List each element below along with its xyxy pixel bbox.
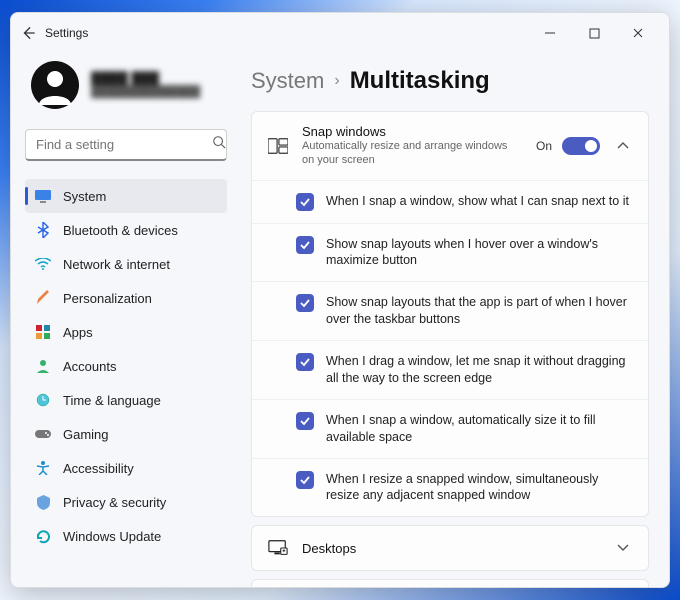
snap-option-row[interactable]: Show snap layouts that the app is part o… <box>252 281 648 340</box>
sidebar-item-label: Gaming <box>63 427 109 442</box>
titlebar: Settings <box>11 13 669 53</box>
user-profile[interactable]: ████ ███ ██████████████ <box>25 53 227 129</box>
snap-option-label: Show snap layouts when I hover over a wi… <box>326 236 632 270</box>
sidebar-item-label: Time & language <box>63 393 161 408</box>
accessibility-icon <box>35 460 51 476</box>
back-button[interactable] <box>21 26 35 40</box>
sidebar: ████ ███ ██████████████ System Bluetooth… <box>11 53 237 587</box>
desktops-icon <box>268 538 288 558</box>
checkbox-checked-icon[interactable] <box>296 193 314 211</box>
search-box[interactable] <box>25 129 227 161</box>
sidebar-item-label: Accessibility <box>63 461 134 476</box>
checkbox-checked-icon[interactable] <box>296 471 314 489</box>
checkbox-checked-icon[interactable] <box>296 412 314 430</box>
avatar <box>31 61 79 109</box>
breadcrumb: System › Multitasking <box>251 67 649 95</box>
sidebar-item-update[interactable]: Windows Update <box>25 519 227 553</box>
globe-clock-icon <box>35 392 51 408</box>
main-content: System › Multitasking Snap windows Autom… <box>237 53 669 587</box>
snap-option-row[interactable]: When I drag a window, let me snap it wit… <box>252 340 648 399</box>
snap-option-label: When I snap a window, automatically size… <box>326 412 632 446</box>
apps-icon <box>35 324 51 340</box>
sidebar-item-time[interactable]: Time & language <box>25 383 227 417</box>
user-name: ████ ███ <box>91 71 200 87</box>
settings-window: Settings ████ ███ ██████████████ <box>10 12 670 588</box>
sidebar-item-label: Apps <box>63 325 93 340</box>
maximize-button[interactable] <box>573 18 615 48</box>
breadcrumb-parent[interactable]: System <box>251 68 324 94</box>
window-title: Settings <box>45 26 88 40</box>
sidebar-item-label: Windows Update <box>63 529 161 544</box>
sidebar-item-bluetooth[interactable]: Bluetooth & devices <box>25 213 227 247</box>
checkbox-checked-icon[interactable] <box>296 294 314 312</box>
minimize-button[interactable] <box>529 18 571 48</box>
snap-option-row[interactable]: When I resize a snapped window, simultan… <box>252 458 648 517</box>
desktops-title: Desktops <box>302 541 600 556</box>
search-input[interactable] <box>36 137 212 152</box>
sidebar-item-network[interactable]: Network & internet <box>25 247 227 281</box>
desktops-card[interactable]: Desktops <box>251 525 649 571</box>
checkbox-checked-icon[interactable] <box>296 236 314 254</box>
sidebar-item-system[interactable]: System <box>25 179 227 213</box>
chevron-right-icon: › <box>334 72 339 90</box>
snap-option-row[interactable]: When I snap a window, automatically size… <box>252 399 648 458</box>
snap-option-row[interactable]: Show snap layouts when I hover over a wi… <box>252 223 648 282</box>
sidebar-item-privacy[interactable]: Privacy & security <box>25 485 227 519</box>
page-title: Multitasking <box>350 67 490 95</box>
sidebar-item-label: Network & internet <box>63 257 170 272</box>
snap-option-row[interactable]: When I snap a window, show what I can sn… <box>252 180 648 223</box>
snap-option-label: When I snap a window, show what I can sn… <box>326 193 632 210</box>
checkbox-checked-icon[interactable] <box>296 353 314 371</box>
snap-icon <box>268 136 288 156</box>
snap-title: Snap windows <box>302 124 522 139</box>
sidebar-item-accounts[interactable]: Accounts <box>25 349 227 383</box>
snap-option-label: When I drag a window, let me snap it wit… <box>326 353 632 387</box>
toggle-state-label: On <box>536 139 552 153</box>
snap-windows-header[interactable]: Snap windows Automatically resize and ar… <box>252 112 648 180</box>
wifi-icon <box>35 256 51 272</box>
sidebar-item-label: System <box>63 189 106 204</box>
snap-option-label: When I resize a snapped window, simultan… <box>326 471 632 505</box>
snap-subtitle: Automatically resize and arrange windows… <box>302 139 522 168</box>
sidebar-item-gaming[interactable]: Gaming <box>25 417 227 451</box>
update-icon <box>35 528 51 544</box>
sidebar-item-label: Bluetooth & devices <box>63 223 178 238</box>
sidebar-item-label: Privacy & security <box>63 495 166 510</box>
close-button[interactable] <box>617 18 659 48</box>
display-icon <box>35 188 51 204</box>
chevron-down-icon[interactable] <box>614 544 632 552</box>
snap-option-label: Show snap layouts that the app is part o… <box>326 294 632 328</box>
snap-toggle[interactable] <box>562 137 600 155</box>
account-icon <box>35 358 51 374</box>
gaming-icon <box>35 426 51 442</box>
chevron-up-icon[interactable] <box>614 142 632 150</box>
alt-tab-card[interactable]: Alt + Tab Pressing Alt + Tab shows <box>251 579 649 587</box>
sidebar-item-label: Personalization <box>63 291 152 306</box>
brush-icon <box>35 290 51 306</box>
shield-icon <box>35 494 51 510</box>
search-icon <box>212 135 226 154</box>
sidebar-item-personalization[interactable]: Personalization <box>25 281 227 315</box>
user-email: ██████████████ <box>91 86 200 99</box>
snap-windows-card: Snap windows Automatically resize and ar… <box>251 111 649 517</box>
sidebar-item-apps[interactable]: Apps <box>25 315 227 349</box>
sidebar-item-accessibility[interactable]: Accessibility <box>25 451 227 485</box>
nav: System Bluetooth & devices Network & int… <box>25 179 227 553</box>
bluetooth-icon <box>35 222 51 238</box>
sidebar-item-label: Accounts <box>63 359 116 374</box>
